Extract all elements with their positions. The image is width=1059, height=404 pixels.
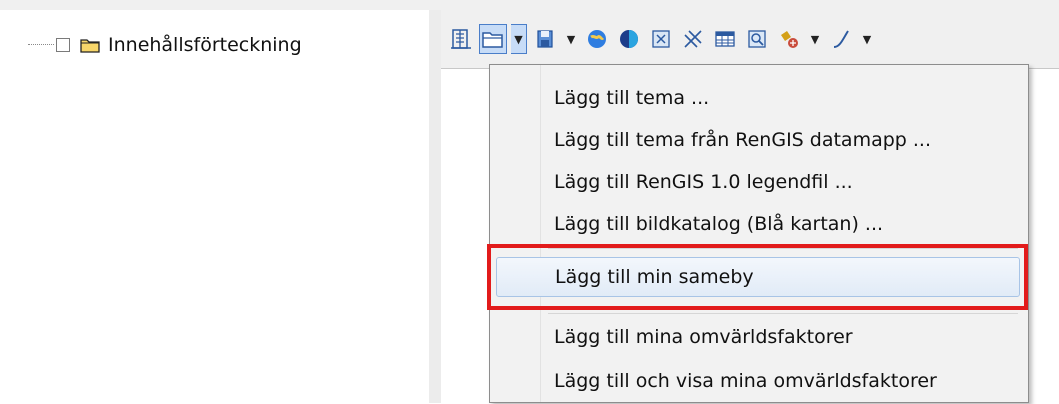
toc-root-checkbox[interactable]: [56, 38, 70, 52]
menu-item-label: Lägg till min sameby: [555, 266, 754, 288]
menu-item-add-legend-file[interactable]: Lägg till RenGIS 1.0 legendfil ...: [496, 162, 1020, 202]
select-icon[interactable]: [447, 24, 475, 54]
add-data-menu: Lägg till tema ... Lägg till tema från R…: [489, 64, 1029, 403]
toc-root-item[interactable]: Innehållsförteckning: [28, 32, 302, 58]
toolbar: ▼ ▼ ▼ ▼: [441, 10, 1059, 68]
add-data-icon[interactable]: [479, 24, 507, 54]
add-data-dropdown-arrow[interactable]: ▼: [511, 24, 527, 54]
shade-icon[interactable]: [615, 24, 643, 54]
identify-icon[interactable]: [647, 24, 675, 54]
save-dropdown-arrow[interactable]: ▼: [563, 24, 579, 54]
zoom-icon[interactable]: [743, 24, 771, 54]
toc-root-label: Innehållsförteckning: [108, 34, 302, 56]
menu-item-add-image-catalog[interactable]: Lägg till bildkatalog (Blå kartan) ...: [496, 204, 1020, 244]
tree-connector: [28, 44, 54, 46]
menu-item-label: Lägg till bildkatalog (Blå kartan) ...: [554, 213, 884, 235]
layer-tool-icon[interactable]: [775, 24, 803, 54]
panel-splitter[interactable]: [428, 10, 442, 403]
menu-separator: [548, 313, 1018, 314]
save-icon[interactable]: [531, 24, 559, 54]
menu-item-add-my-sameby[interactable]: Lägg till min sameby: [496, 257, 1020, 297]
menu-item-add-environment-factors[interactable]: Lägg till mina omvärldsfaktorer: [496, 317, 1020, 357]
layer-tool-dropdown-arrow[interactable]: ▼: [807, 24, 823, 54]
folder-icon: [80, 37, 100, 53]
menu-item-label: Lägg till och visa mina omvärldsfaktorer: [554, 370, 937, 392]
menu-item-label: Lägg till tema ...: [554, 87, 710, 109]
menu-separator: [548, 248, 1018, 249]
menu-item-label: Lägg till RenGIS 1.0 legendfil ...: [554, 171, 853, 193]
menu-item-label: Lägg till mina omvärldsfaktorer: [554, 326, 853, 348]
menu-item-add-theme[interactable]: Lägg till tema ...: [496, 78, 1020, 118]
menu-item-add-and-show-environment-factors[interactable]: Lägg till och visa mina omvärldsfaktorer: [496, 361, 1020, 401]
menu-item-add-theme-from-datamapp[interactable]: Lägg till tema från RenGIS datamapp ...: [496, 120, 1020, 160]
table-icon[interactable]: [711, 24, 739, 54]
line-tool-dropdown-arrow[interactable]: ▼: [859, 24, 875, 54]
tools-icon[interactable]: [679, 24, 707, 54]
top-strip: [0, 0, 1059, 10]
globe-icon[interactable]: [583, 24, 611, 54]
menu-item-label: Lägg till tema från RenGIS datamapp ...: [554, 129, 932, 151]
line-tool-icon[interactable]: [827, 24, 855, 54]
toc-panel: Innehållsförteckning: [0, 10, 429, 403]
